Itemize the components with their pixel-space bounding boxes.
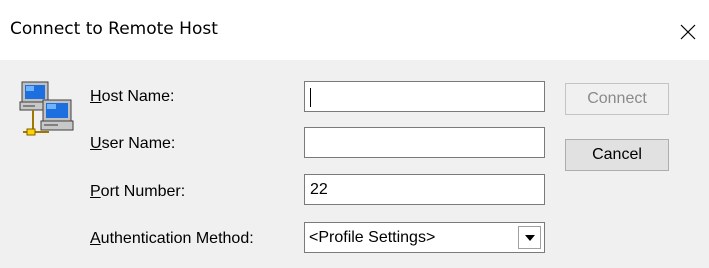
connect-button[interactable]: Connect [565, 83, 669, 115]
cancel-button[interactable]: Cancel [565, 139, 669, 171]
text-caret [310, 88, 311, 107]
host-name-label: Host Name: [90, 88, 175, 105]
port-number-input[interactable] [304, 174, 545, 205]
title-bar: Connect to Remote Host [0, 0, 709, 60]
port-number-label: Port Number: [90, 183, 186, 200]
host-name-input[interactable] [304, 81, 545, 112]
authentication-method-label: Authentication Method: [90, 230, 254, 247]
dropdown-button[interactable] [518, 226, 541, 249]
dialog-title: Connect to Remote Host [10, 19, 218, 39]
chevron-down-icon [525, 235, 535, 241]
close-button[interactable] [672, 16, 702, 46]
user-name-input[interactable] [304, 127, 545, 158]
authentication-method-value: <Profile Settings> [309, 229, 436, 246]
close-icon [680, 24, 696, 40]
user-name-label: User Name: [90, 135, 176, 152]
authentication-method-select[interactable]: <Profile Settings> [304, 222, 545, 253]
networked-computers-icon [19, 81, 74, 136]
